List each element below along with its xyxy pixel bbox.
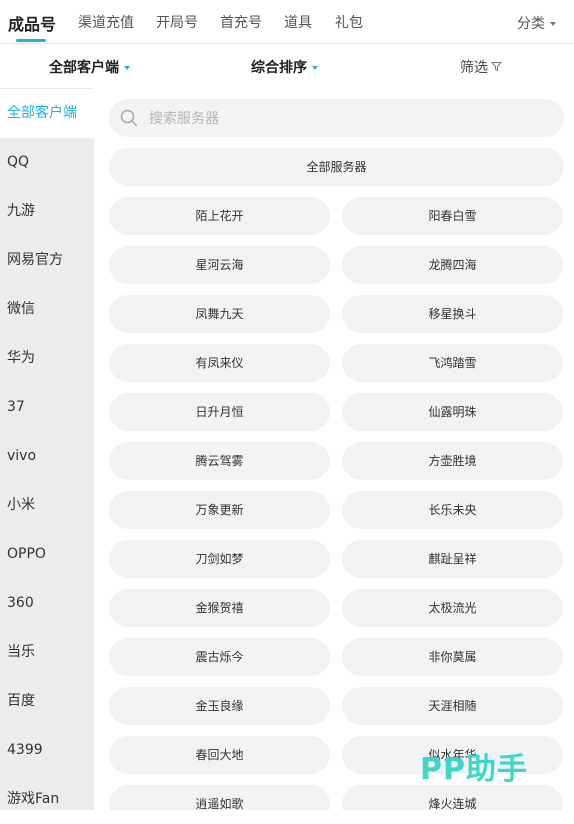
client-sidebar: 全部客户端 QQ 九游 网易官方 微信 华为 37 vivo 小米 OPPO 3… bbox=[0, 88, 94, 810]
category-label: 分类 bbox=[517, 16, 545, 32]
search-icon bbox=[120, 109, 138, 131]
server-button[interactable]: 日升月恒 bbox=[109, 393, 330, 431]
sidebar-item-youxifan[interactable]: 游戏Fan bbox=[0, 775, 94, 824]
server-panel: 全部服务器 陌上花开阳春白雪星河云海龙腾四海凤舞九天移星换斗有凤来仪飞鸿踏雪日升… bbox=[94, 88, 574, 810]
server-button[interactable]: 麒趾呈祥 bbox=[342, 540, 563, 578]
server-button[interactable]: 金猴贺禧 bbox=[109, 589, 330, 627]
server-button[interactable]: 烽火连城 bbox=[342, 785, 563, 810]
tab-channel-recharge[interactable]: 渠道充值 bbox=[78, 12, 134, 32]
server-search-box[interactable] bbox=[109, 99, 564, 139]
tab-items[interactable]: 道具 bbox=[284, 12, 312, 32]
top-tab-bar: 成品号 渠道充值 开局号 首充号 道具 礼包 分类 bbox=[0, 0, 574, 44]
server-button[interactable]: 星河云海 bbox=[109, 246, 330, 284]
category-dropdown[interactable]: 分类 bbox=[517, 13, 556, 33]
tab-starter-account[interactable]: 开局号 bbox=[156, 12, 198, 32]
sidebar-item-37[interactable]: 37 bbox=[0, 383, 94, 432]
screen-filter-label: 筛选 bbox=[460, 60, 488, 76]
caret-down-icon bbox=[124, 66, 130, 70]
pp-assistant-watermark: PP助手 bbox=[420, 752, 528, 787]
filter-bar: 全部客户端 综合排序 筛选 bbox=[0, 44, 574, 88]
server-button[interactable]: 太极流光 bbox=[342, 589, 563, 627]
server-button[interactable]: 阳春白雪 bbox=[342, 197, 563, 235]
server-button[interactable]: 腾云驾雾 bbox=[109, 442, 330, 480]
sidebar-item-oppo[interactable]: OPPO bbox=[0, 530, 94, 579]
sidebar-item-baidu[interactable]: 百度 bbox=[0, 677, 94, 726]
sidebar-item-vivo[interactable]: vivo bbox=[0, 432, 94, 481]
sidebar-item-qq[interactable]: QQ bbox=[0, 138, 94, 187]
caret-down-icon bbox=[312, 66, 318, 70]
sidebar-item-360[interactable]: 360 bbox=[0, 579, 94, 628]
server-button[interactable]: 长乐未央 bbox=[342, 491, 563, 529]
tab-first-recharge[interactable]: 首充号 bbox=[220, 12, 262, 32]
server-button[interactable]: 龙腾四海 bbox=[342, 246, 563, 284]
server-button[interactable]: 移星换斗 bbox=[342, 295, 563, 333]
client-filter-label: 全部客户端 bbox=[49, 60, 119, 76]
sidebar-item-jiuyou[interactable]: 九游 bbox=[0, 187, 94, 236]
server-button[interactable]: 金玉良缘 bbox=[109, 687, 330, 725]
sidebar-item-xiaomi[interactable]: 小米 bbox=[0, 481, 94, 530]
server-button[interactable]: 天涯相随 bbox=[342, 687, 563, 725]
server-button[interactable]: 有凤来仪 bbox=[109, 344, 330, 382]
sidebar-item-all-clients[interactable]: 全部客户端 bbox=[0, 89, 94, 138]
sort-dropdown[interactable]: 综合排序 bbox=[251, 57, 318, 77]
server-button[interactable]: 方壶胜境 bbox=[342, 442, 563, 480]
server-button[interactable]: 春回大地 bbox=[109, 736, 330, 774]
sidebar-item-huawei[interactable]: 华为 bbox=[0, 334, 94, 383]
search-input[interactable] bbox=[147, 99, 551, 139]
tab-finished-account[interactable]: 成品号 bbox=[8, 11, 56, 35]
all-servers-button[interactable]: 全部服务器 bbox=[109, 148, 564, 186]
sidebar-item-dangle[interactable]: 当乐 bbox=[0, 628, 94, 677]
tab-gift-pack[interactable]: 礼包 bbox=[335, 12, 363, 32]
server-button[interactable]: 陌上花开 bbox=[109, 197, 330, 235]
server-button[interactable]: 逍遥如歌 bbox=[109, 785, 330, 810]
funnel-icon bbox=[490, 60, 503, 76]
sort-label: 综合排序 bbox=[251, 60, 307, 76]
server-button[interactable]: 万象更新 bbox=[109, 491, 330, 529]
server-button[interactable]: 震古烁今 bbox=[109, 638, 330, 676]
chevron-down-icon bbox=[550, 22, 556, 26]
screen-filter-button[interactable]: 筛选 bbox=[460, 57, 503, 77]
sidebar-item-wechat[interactable]: 微信 bbox=[0, 285, 94, 334]
server-button[interactable]: 刀剑如梦 bbox=[109, 540, 330, 578]
sidebar-item-netease[interactable]: 网易官方 bbox=[0, 236, 94, 285]
server-button[interactable]: 非你莫属 bbox=[342, 638, 563, 676]
server-button[interactable]: 凤舞九天 bbox=[109, 295, 330, 333]
client-filter-dropdown[interactable]: 全部客户端 bbox=[49, 57, 130, 77]
server-button[interactable]: 仙露明珠 bbox=[342, 393, 563, 431]
active-tab-indicator bbox=[16, 39, 46, 42]
server-button[interactable]: 飞鸿踏雪 bbox=[342, 344, 563, 382]
sidebar-item-4399[interactable]: 4399 bbox=[0, 726, 94, 775]
